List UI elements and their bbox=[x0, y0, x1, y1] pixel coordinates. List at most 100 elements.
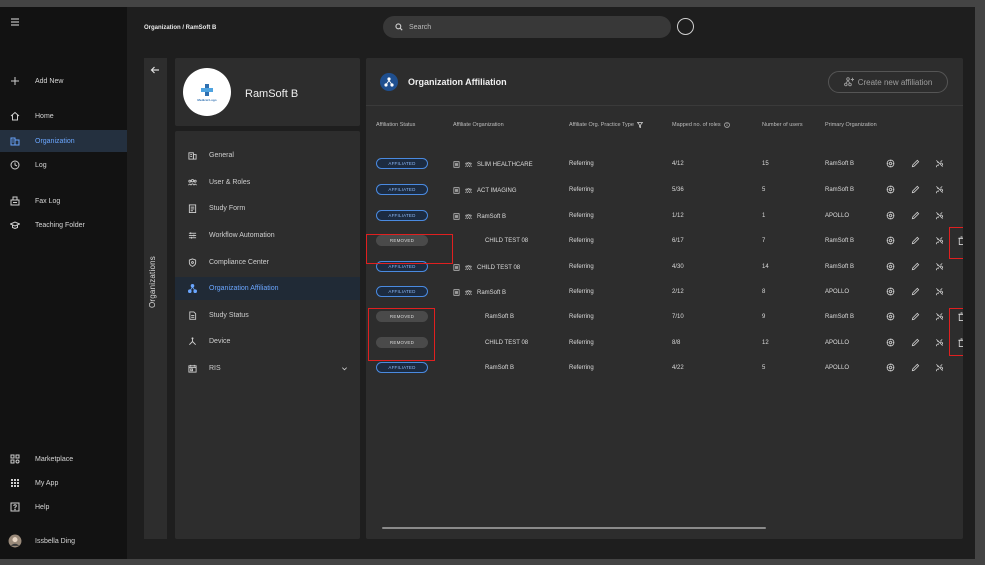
nav-item-marketplace[interactable]: Marketplace bbox=[0, 448, 127, 470]
primary-org-cell: APOLLO bbox=[825, 365, 850, 371]
menu-item-ris[interactable]: RIS bbox=[175, 357, 360, 380]
settings-icon[interactable] bbox=[886, 211, 895, 220]
nav-item-help[interactable]: Help bbox=[0, 496, 127, 518]
column-header-practice-type[interactable]: Affiliate Org. Practice Type bbox=[569, 122, 643, 128]
hamburger-menu-icon[interactable] bbox=[10, 17, 20, 27]
unlink-icon[interactable] bbox=[935, 159, 944, 168]
affiliate-org-cell[interactable]: CHILD TEST 08 bbox=[453, 238, 528, 244]
menu-item-device[interactable]: Device bbox=[175, 330, 360, 353]
edit-pencil-icon[interactable] bbox=[911, 159, 920, 168]
unlink-icon[interactable] bbox=[935, 338, 944, 347]
unlink-icon[interactable] bbox=[935, 185, 944, 194]
mapped-roles-cell: 4/22 bbox=[672, 365, 684, 371]
column-header-status[interactable]: Affiliation Status bbox=[376, 122, 415, 128]
column-header-primary-org[interactable]: Primary Organization bbox=[825, 122, 877, 128]
affiliate-org-cell[interactable]: RamSoft B bbox=[453, 314, 514, 320]
edit-pencil-icon[interactable] bbox=[911, 262, 920, 271]
table-row[interactable]: AFFILIATED RamSoft B Referring 1/12 1 AP… bbox=[366, 204, 963, 229]
edit-pencil-icon[interactable] bbox=[911, 185, 920, 194]
menu-item-organization-affiliation[interactable]: Organization Affiliation bbox=[175, 277, 360, 300]
unlink-icon[interactable] bbox=[935, 363, 944, 372]
marketplace-icon bbox=[0, 454, 30, 464]
table-row[interactable]: REMOVED CHILD TEST 08 Referring 6/17 7 R… bbox=[366, 229, 963, 254]
affiliate-org-name: CHILD TEST 08 bbox=[485, 238, 529, 244]
column-header-users[interactable]: Number of users bbox=[762, 122, 803, 128]
unlink-icon[interactable] bbox=[935, 287, 944, 296]
column-header-affiliate-org[interactable]: Affiliate Organization bbox=[453, 122, 504, 128]
users-cell: 5 bbox=[762, 365, 766, 371]
menu-item-label: Workflow Automation bbox=[209, 232, 275, 239]
table-row[interactable]: AFFILIATED RamSoft B Referring 2/12 8 AP… bbox=[366, 280, 963, 305]
edit-pencil-icon[interactable] bbox=[911, 338, 920, 347]
affiliate-org-cell[interactable]: SLIM HEALTHCARE bbox=[453, 161, 533, 168]
status-badge: AFFILIATED bbox=[376, 286, 428, 297]
edit-pencil-icon[interactable] bbox=[911, 211, 920, 220]
table-row[interactable]: AFFILIATED ACT IMAGING Referring 5/36 5 … bbox=[366, 178, 963, 203]
affiliate-org-cell[interactable]: RamSoft B bbox=[453, 213, 506, 220]
back-arrow-icon[interactable] bbox=[150, 65, 160, 75]
affiliate-org-cell[interactable]: RamSoft B bbox=[453, 365, 514, 371]
menu-item-workflow-automation[interactable]: Workflow Automation bbox=[175, 224, 360, 247]
table-row[interactable]: AFFILIATED RamSoft B Referring 4/22 5 AP… bbox=[366, 356, 963, 381]
settings-icon[interactable] bbox=[886, 236, 895, 245]
practice-type-cell: Referring bbox=[569, 238, 594, 244]
table-row[interactable]: REMOVED RamSoft B Referring 7/10 9 RamSo… bbox=[366, 305, 963, 330]
edit-pencil-icon[interactable] bbox=[911, 363, 920, 372]
nav-item-label: Teaching Folder bbox=[35, 221, 85, 229]
affiliate-org-name: CHILD TEST 08 bbox=[477, 264, 521, 271]
nav-item-label: Organization bbox=[35, 137, 75, 145]
affiliate-org-cell[interactable]: CHILD TEST 08 bbox=[453, 340, 528, 346]
nav-item-my-app[interactable]: My App bbox=[0, 472, 127, 494]
status-badge: AFFILIATED bbox=[376, 362, 428, 373]
nav-item-fax-log[interactable]: Fax Log bbox=[0, 190, 127, 212]
column-header-mapped-roles[interactable]: Mapped no. of roles bbox=[672, 122, 730, 128]
filter-icon[interactable] bbox=[636, 122, 643, 128]
search-input[interactable]: Search bbox=[383, 16, 671, 38]
unlink-icon[interactable] bbox=[935, 312, 944, 321]
edit-pencil-icon[interactable] bbox=[911, 236, 920, 245]
info-icon[interactable] bbox=[723, 122, 730, 128]
table-row[interactable]: REMOVED CHILD TEST 08 Referring 8/8 12 A… bbox=[366, 331, 963, 356]
edit-pencil-icon[interactable] bbox=[911, 312, 920, 321]
menu-item-user-roles[interactable]: User & Roles bbox=[175, 171, 360, 194]
settings-icon[interactable] bbox=[886, 363, 895, 372]
affiliate-org-cell[interactable]: ACT IMAGING bbox=[453, 187, 517, 194]
medical-logo-icon bbox=[201, 83, 213, 96]
nav-item-teaching-folder[interactable]: Teaching Folder bbox=[0, 214, 127, 236]
unlink-icon[interactable] bbox=[935, 211, 944, 220]
chevron-down-icon[interactable] bbox=[341, 365, 348, 372]
users-cell: 1 bbox=[762, 213, 766, 219]
unlink-icon[interactable] bbox=[935, 236, 944, 245]
settings-icon[interactable] bbox=[886, 312, 895, 321]
breadcrumb[interactable]: Organization / RamSoft B bbox=[144, 25, 216, 31]
settings-icon[interactable] bbox=[886, 262, 895, 271]
nav-item-issbella-ding[interactable]: Issbella Ding bbox=[0, 530, 127, 552]
menu-item-study-form[interactable]: Study Form bbox=[175, 197, 360, 220]
unlink-icon[interactable] bbox=[935, 262, 944, 271]
users-cell: 14 bbox=[762, 264, 769, 270]
practice-type-cell: Referring bbox=[569, 213, 594, 219]
settings-icon[interactable] bbox=[886, 185, 895, 194]
menu-item-study-status[interactable]: Study Status bbox=[175, 304, 360, 327]
table-row[interactable]: AFFILIATED SLIM HEALTHCARE Referring 4/1… bbox=[366, 152, 963, 177]
edit-pencil-icon[interactable] bbox=[911, 287, 920, 296]
affiliate-org-cell[interactable]: RamSoft B bbox=[453, 289, 506, 296]
table-row[interactable]: AFFILIATED CHILD TEST 08 Referring 4/30 … bbox=[366, 255, 963, 280]
menu-item-compliance-center[interactable]: Compliance Center bbox=[175, 251, 360, 274]
create-affiliation-button[interactable]: Create new affiliation bbox=[828, 71, 948, 93]
practice-type-cell: Referring bbox=[569, 314, 594, 320]
nav-item-add-new[interactable]: Add New bbox=[0, 70, 127, 92]
settings-icon[interactable] bbox=[886, 287, 895, 296]
logo-text: Medical Logo bbox=[197, 97, 217, 102]
settings-icon[interactable] bbox=[886, 159, 895, 168]
affiliate-org-cell[interactable]: CHILD TEST 08 bbox=[453, 264, 520, 271]
nav-item-log[interactable]: Log bbox=[0, 154, 127, 176]
settings-icon[interactable] bbox=[886, 338, 895, 347]
menu-item-label: User & Roles bbox=[209, 179, 251, 186]
nav-item-home[interactable]: Home bbox=[0, 105, 127, 127]
apps-grid-icon bbox=[0, 478, 30, 488]
menu-item-general[interactable]: General bbox=[175, 144, 360, 167]
search-icon bbox=[395, 23, 403, 31]
horizontal-scrollbar[interactable] bbox=[382, 527, 766, 529]
nav-item-organization[interactable]: Organization bbox=[0, 130, 127, 152]
